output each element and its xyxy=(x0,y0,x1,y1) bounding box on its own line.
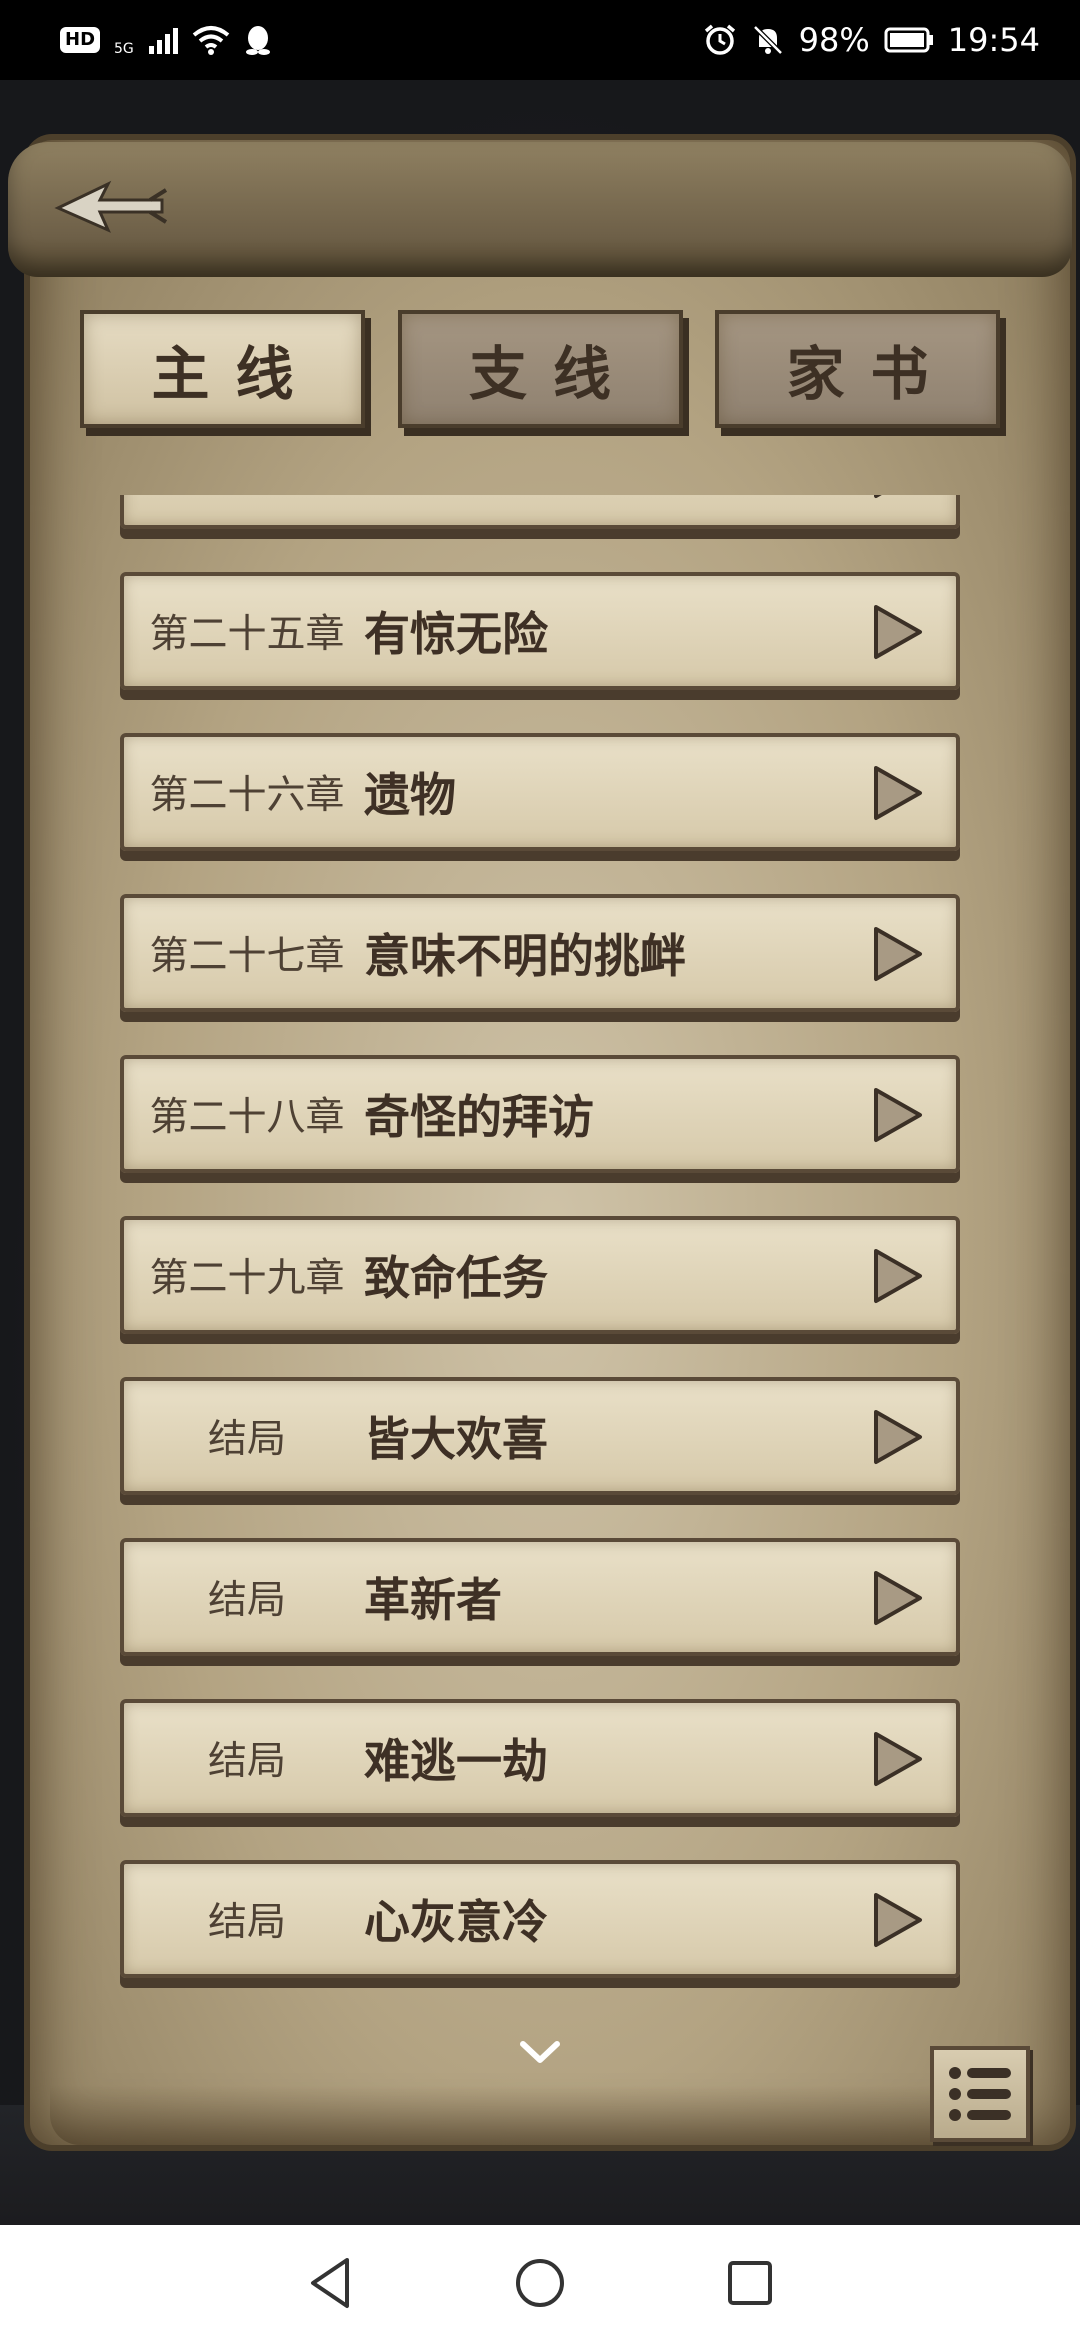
chapter-title: 致命任务 xyxy=(364,1251,548,1305)
chapter-number: 第二十九章 xyxy=(149,1256,345,1301)
clock: 19:54 xyxy=(947,21,1040,59)
chapter-number: 第二十四章 xyxy=(142,495,352,525)
chapter-item[interactable]: 结局 革新者 xyxy=(120,1538,960,1656)
status-right: 98% 19:54 xyxy=(703,21,1040,59)
play-icon xyxy=(874,766,922,820)
chapter-number: 结局 xyxy=(207,1739,286,1784)
chapter-item[interactable]: 第二十九章 致命任务 xyxy=(120,1216,960,1334)
chapter-item[interactable]: 结局 难逃一劫 xyxy=(120,1699,960,1817)
scroll-bottom-edge xyxy=(50,2085,1030,2145)
chapter-title: 难逃一劫 xyxy=(364,1734,548,1788)
network-type: 5G xyxy=(114,41,134,57)
hd-badge: HD xyxy=(60,27,101,53)
nav-back-button[interactable] xyxy=(300,2253,360,2313)
back-button[interactable] xyxy=(40,160,180,250)
arrow-left-icon xyxy=(54,180,168,233)
chapter-title: 遗物 xyxy=(364,768,456,822)
nav-recents-button[interactable] xyxy=(720,2253,780,2313)
chapter-item[interactable]: 结局 心灰意冷 xyxy=(120,1860,960,1978)
nav-home-button[interactable] xyxy=(510,2253,570,2313)
chevron-down-icon xyxy=(520,2041,560,2063)
play-icon xyxy=(874,927,922,981)
qq-penguin-icon xyxy=(245,26,270,55)
circle-home-icon xyxy=(516,2258,564,2307)
tab-letters[interactable]: 家书 xyxy=(715,310,1000,428)
play-icon xyxy=(874,1732,922,1786)
chapter-item[interactable]: 第二十五章 有惊无险 xyxy=(120,572,960,690)
chapter-title: 命悬一线 xyxy=(364,495,548,525)
chapter-item[interactable]: 第二十八章 奇怪的拜访 xyxy=(120,1055,960,1173)
battery-icon xyxy=(884,27,933,53)
chapter-title: 奇怪的拜访 xyxy=(364,1090,594,1144)
wifi-icon xyxy=(192,26,230,55)
system-nav-bar xyxy=(0,2225,1080,2340)
play-icon xyxy=(874,1088,922,1142)
chapter-number: 第二十六章 xyxy=(149,773,345,818)
play-icon xyxy=(874,605,922,659)
play-icon xyxy=(874,1893,922,1947)
chapter-item[interactable]: 第二十六章 遗物 xyxy=(120,733,960,851)
chapter-title: 有惊无险 xyxy=(364,607,548,661)
status-bar: HD 5G 98% 19:54 xyxy=(0,0,1080,80)
chapter-title: 心灰意冷 xyxy=(364,1895,548,1949)
chapter-list[interactable]: 第二十四章命悬一线第二十五章有惊无险第二十六章遗物第二十七章意味不明的挑衅第二十… xyxy=(110,495,970,2025)
chapter-item[interactable]: 第二十四章命悬一线 xyxy=(120,495,960,529)
chapter-number: 第二十五章 xyxy=(149,612,345,657)
tab-label: 支线 xyxy=(468,340,637,408)
square-recents-icon xyxy=(728,2260,772,2305)
list-menu-button[interactable] xyxy=(930,2046,1030,2142)
play-icon xyxy=(874,495,882,498)
chapter-title: 皆大欢喜 xyxy=(364,1412,548,1466)
chapter-number: 结局 xyxy=(207,1578,286,1623)
chapter-number: 结局 xyxy=(207,1900,286,1945)
scroll-down-button[interactable] xyxy=(515,2036,565,2068)
list-menu-icon xyxy=(949,2067,1011,2121)
battery-percent: 98% xyxy=(798,21,870,59)
status-left: HD 5G xyxy=(60,23,272,57)
tab-label: 家书 xyxy=(786,340,955,408)
chapter-item[interactable]: 第二十七章 意味不明的挑衅 xyxy=(120,894,960,1012)
chapter-title: 意味不明的挑衅 xyxy=(364,929,686,983)
play-icon xyxy=(874,1410,922,1464)
mute-bell-icon xyxy=(752,25,783,55)
signal-icon xyxy=(148,28,178,54)
tab-bar: 主线 支线 家书 xyxy=(80,310,1000,435)
chapter-number: 结局 xyxy=(207,1417,286,1462)
tab-main-story[interactable]: 主线 xyxy=(80,310,365,428)
chapter-item[interactable]: 结局 皆大欢喜 xyxy=(120,1377,960,1495)
tab-side-story[interactable]: 支线 xyxy=(397,310,683,428)
play-icon xyxy=(874,1249,922,1303)
alarm-icon xyxy=(704,24,735,55)
chapter-number: 第二十八章 xyxy=(149,1095,345,1140)
play-icon xyxy=(874,1571,922,1625)
triangle-back-icon xyxy=(311,2257,349,2308)
chapter-title: 革新者 xyxy=(364,1573,502,1627)
tab-label: 主线 xyxy=(151,340,320,408)
chapter-number: 第二十七章 xyxy=(149,934,345,979)
